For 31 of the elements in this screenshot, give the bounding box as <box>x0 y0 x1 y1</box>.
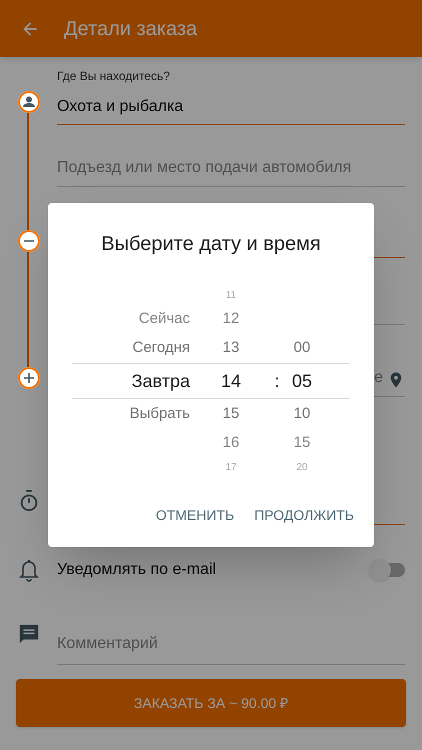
hour-option[interactable]: 12 <box>222 310 240 327</box>
day-option[interactable]: Сегодня <box>132 338 190 356</box>
screen-title: Детали заказа <box>64 16 198 42</box>
minute-option[interactable]: 00 <box>294 338 310 356</box>
notify-label: Уведомлять по e-mail <box>57 560 218 580</box>
dialog-button[interactable]: ОТМЕНИТЬ <box>150 497 240 533</box>
hour-option[interactable]: 14 <box>220 370 242 390</box>
day-option[interactable]: Сейчас <box>138 310 190 327</box>
minute-option[interactable]: 05 <box>292 370 312 390</box>
entrance-field[interactable]: Подъезд или место подачи автомобиля <box>57 156 352 180</box>
comment-field[interactable]: Комментарий <box>57 632 158 656</box>
comment-icon <box>18 623 40 645</box>
hour-option[interactable]: 16 <box>222 434 240 451</box>
dialog-button[interactable]: ПРОДОЛЖИТЬ <box>248 497 360 533</box>
minute-option[interactable]: 20 <box>296 462 308 472</box>
email-switch[interactable] <box>369 559 405 581</box>
hour-option[interactable]: 17 <box>225 462 237 472</box>
destination-field[interactable]: е <box>374 366 383 390</box>
field-label: Где Вы находитесь? <box>57 68 171 85</box>
hour-option[interactable]: 15 <box>222 404 240 422</box>
order-button[interactable]: ЗАКАЗАТЬ ЗА ~ 90.00 ₽ <box>16 679 406 727</box>
time-separator: : <box>274 370 280 390</box>
bell-icon <box>16 557 40 583</box>
minute-option[interactable]: 10 <box>294 404 310 422</box>
hour-option[interactable]: 11 <box>226 290 236 300</box>
location-field[interactable]: Охота и рыбалка <box>57 95 405 119</box>
day-option[interactable]: Завтра <box>132 370 190 390</box>
minute-option[interactable]: 15 <box>294 434 310 451</box>
dialog-title: Выберите дату и время <box>100 232 322 257</box>
hour-option[interactable]: 13 <box>222 338 240 356</box>
day-option[interactable]: Выбрать <box>130 404 190 422</box>
